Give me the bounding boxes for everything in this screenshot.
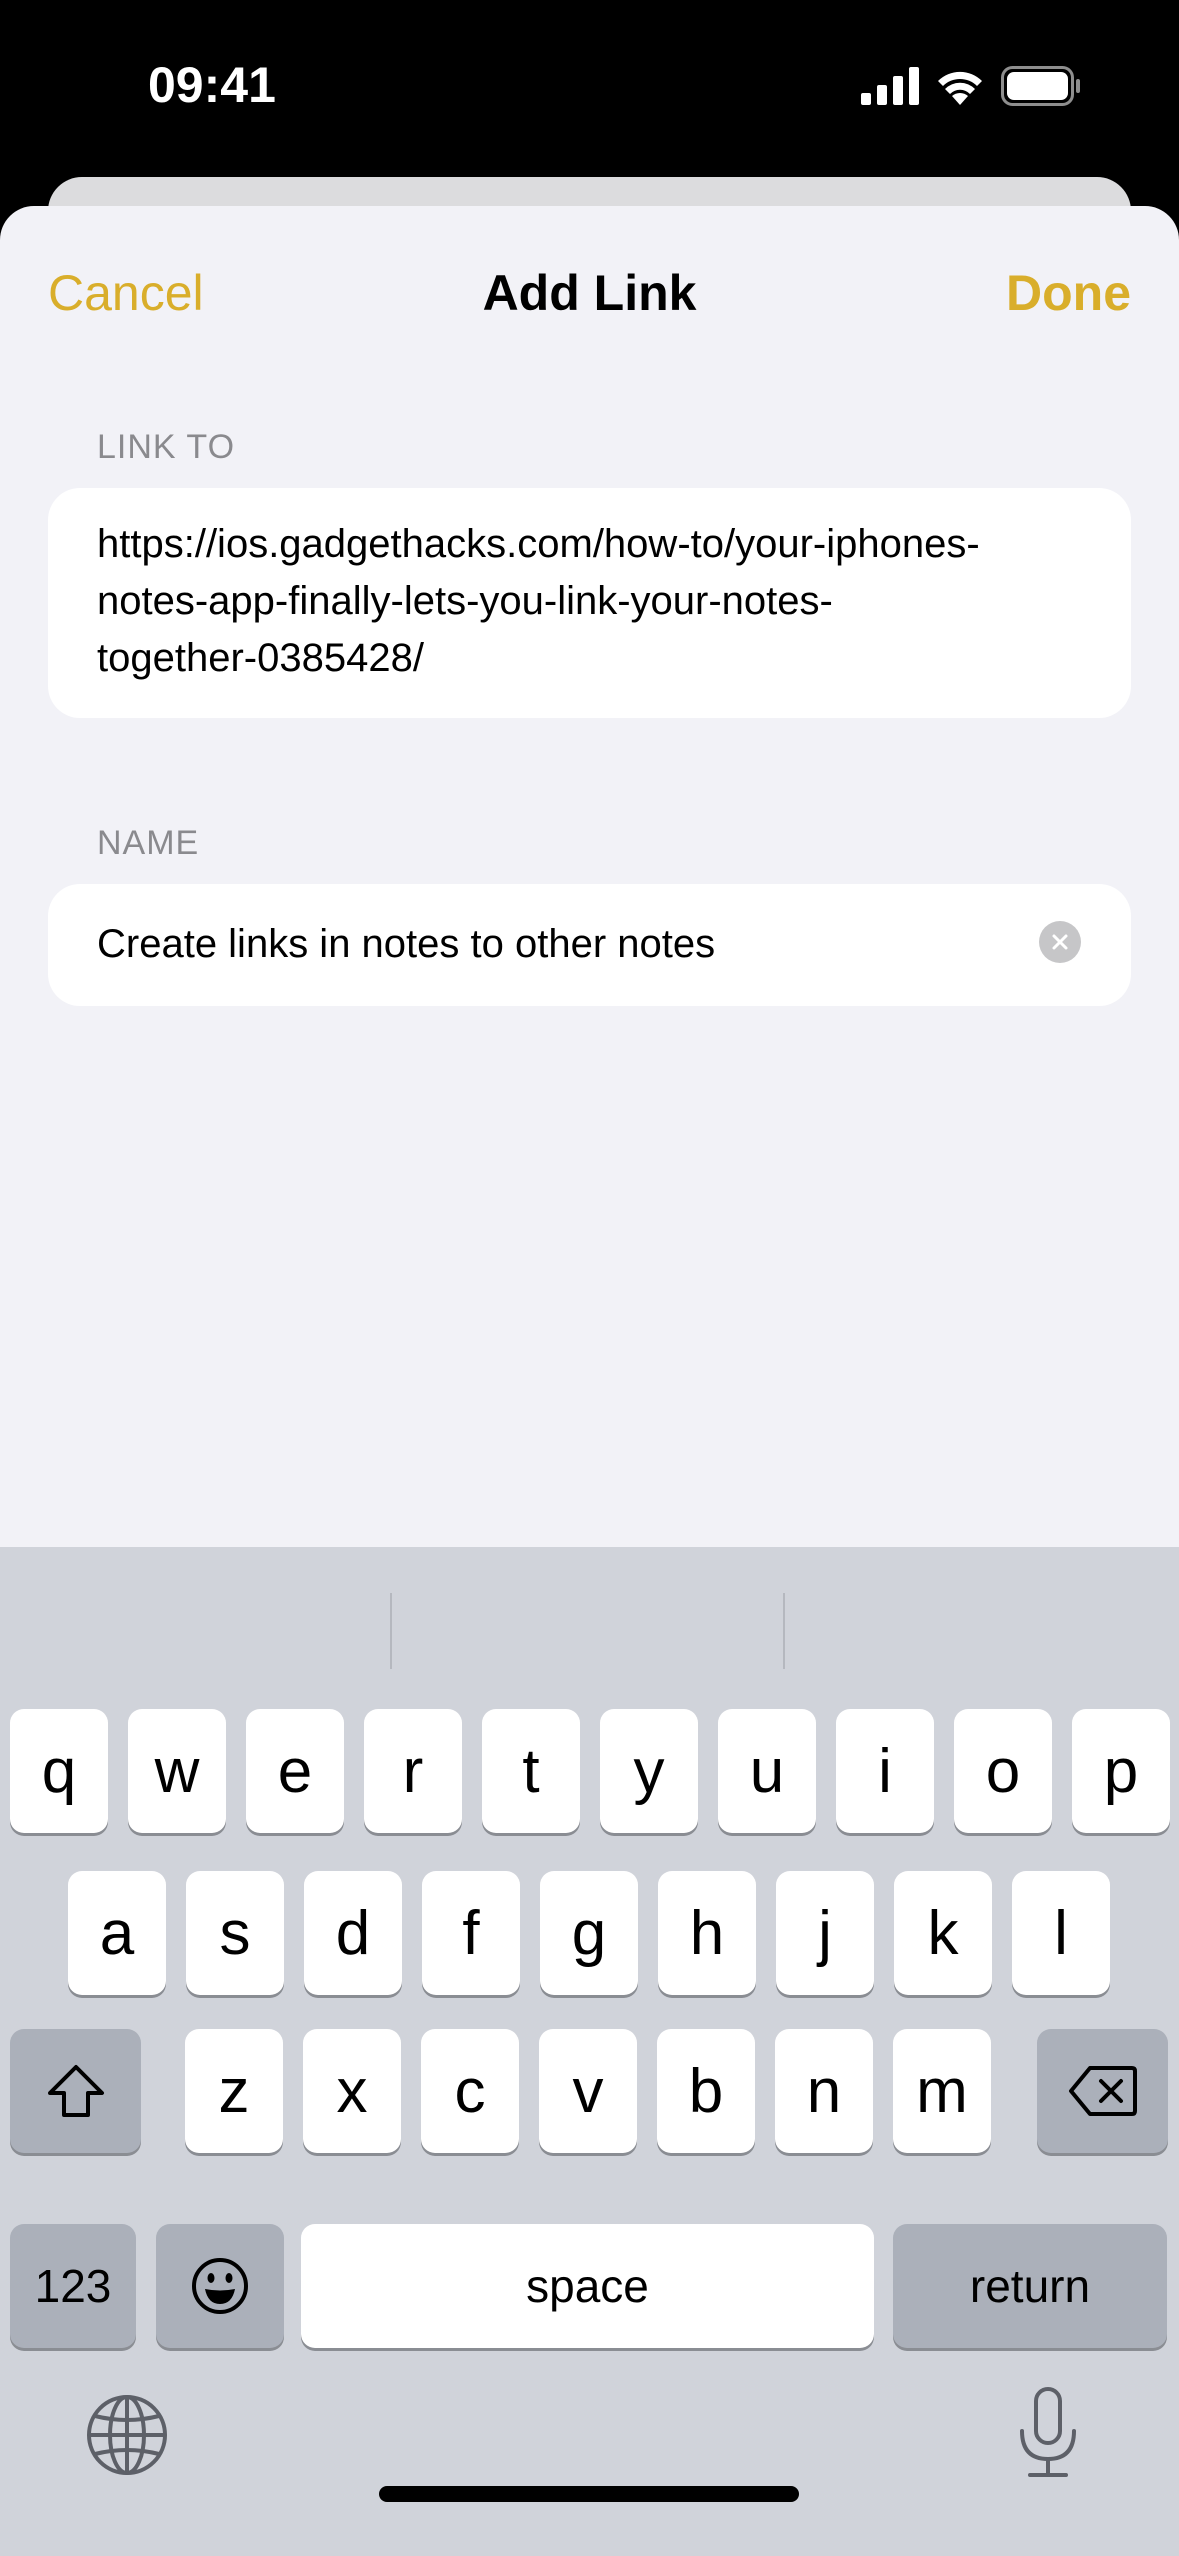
- link-to-label: LINK TO: [97, 428, 236, 466]
- key-n[interactable]: n: [775, 2029, 873, 2153]
- return-key[interactable]: return: [893, 2224, 1167, 2348]
- key-o[interactable]: o: [954, 1709, 1052, 1833]
- signal-icon: [861, 67, 919, 105]
- delete-icon: [1068, 2066, 1137, 2116]
- key-a[interactable]: a: [68, 1871, 166, 1995]
- link-to-field[interactable]: https://ios.gadgethacks.com/how-to/your-…: [48, 488, 1131, 718]
- key-v[interactable]: v: [539, 2029, 637, 2153]
- home-indicator[interactable]: [379, 2486, 799, 2502]
- key-f[interactable]: f: [422, 1871, 520, 1995]
- status-bar: 09:41: [0, 0, 1179, 175]
- key-m[interactable]: m: [893, 2029, 991, 2153]
- key-z[interactable]: z: [185, 2029, 283, 2153]
- shift-key[interactable]: [10, 2029, 141, 2153]
- shift-icon: [47, 2065, 104, 2117]
- link-line: together-0385428/: [97, 636, 424, 680]
- name-label: NAME: [97, 824, 200, 862]
- microphone-icon[interactable]: [1018, 2387, 1078, 2479]
- key-l[interactable]: l: [1012, 1871, 1110, 1995]
- key-s[interactable]: s: [186, 1871, 284, 1995]
- delete-key[interactable]: [1037, 2029, 1168, 2153]
- key-p[interactable]: p: [1072, 1709, 1170, 1833]
- globe-icon[interactable]: [84, 2392, 170, 2478]
- key-e[interactable]: e: [246, 1709, 344, 1833]
- key-d[interactable]: d: [304, 1871, 402, 1995]
- nav-bar: Cancel Add Link Done: [0, 206, 1179, 386]
- key-c[interactable]: c: [421, 2029, 519, 2153]
- numbers-key[interactable]: 123: [10, 2224, 136, 2348]
- suggestion-divider: [390, 1593, 392, 1669]
- space-key[interactable]: space: [301, 2224, 874, 2348]
- key-k[interactable]: k: [894, 1871, 992, 1995]
- suggestion-divider: [783, 1593, 785, 1669]
- status-icons: [861, 66, 1081, 106]
- key-h[interactable]: h: [658, 1871, 756, 1995]
- key-t[interactable]: t: [482, 1709, 580, 1833]
- key-q[interactable]: q: [10, 1709, 108, 1833]
- status-time: 09:41: [148, 57, 276, 113]
- link-to-value[interactable]: https://ios.gadgethacks.com/how-to/your-…: [97, 516, 1091, 687]
- key-u[interactable]: u: [718, 1709, 816, 1833]
- done-button[interactable]: Done: [1006, 264, 1131, 322]
- wifi-icon: [938, 71, 982, 105]
- key-j[interactable]: j: [776, 1871, 874, 1995]
- keyboard: qwertyuiop asdfghjkl zxcvbnm 123 space r…: [0, 1547, 1179, 2556]
- key-g[interactable]: g: [540, 1871, 638, 1995]
- key-y[interactable]: y: [600, 1709, 698, 1833]
- clear-circle-icon: [1052, 934, 1068, 950]
- key-r[interactable]: r: [364, 1709, 462, 1833]
- key-b[interactable]: b: [657, 2029, 755, 2153]
- link-line: notes-app-finally-lets-you-link-your-not…: [97, 579, 833, 623]
- emoji-key[interactable]: [156, 2224, 284, 2348]
- key-i[interactable]: i: [836, 1709, 934, 1833]
- key-w[interactable]: w: [128, 1709, 226, 1833]
- name-field[interactable]: Create links in notes to other notes: [48, 884, 1131, 1006]
- emoji-icon: [192, 2258, 248, 2314]
- clear-button[interactable]: [1039, 921, 1081, 963]
- battery-icon: [1001, 66, 1080, 106]
- link-line: https://ios.gadgethacks.com/how-to/your-…: [97, 522, 980, 566]
- page-title: Add Link: [482, 265, 697, 321]
- name-value[interactable]: Create links in notes to other notes: [97, 916, 1011, 973]
- key-x[interactable]: x: [303, 2029, 401, 2153]
